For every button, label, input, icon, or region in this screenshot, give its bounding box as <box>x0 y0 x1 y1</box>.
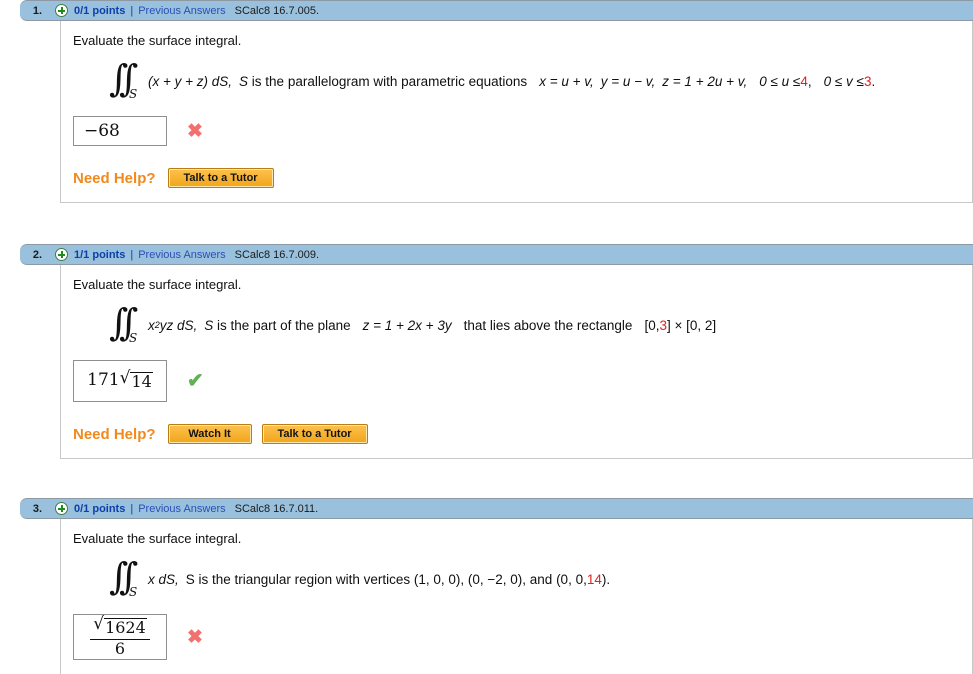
problem-block-2: 2. 1/1 points | Previous Answers SCalc8 … <box>0 244 973 459</box>
problem-body-3: Evaluate the surface integral. ∫ ∫ S x dS… <box>60 519 973 674</box>
integral-subscript-3: S <box>129 585 138 599</box>
help-row-2: Need Help? Watch It Talk to a Tutor <box>73 424 972 444</box>
integrand-3: x dS, <box>148 571 179 587</box>
points-label-1: 0/1 points <box>74 4 126 17</box>
double-integral-icon: ∫ ∫ S <box>109 57 139 102</box>
answer-row-2: 171 √ 14 ✔ <box>73 360 972 402</box>
integral-subscript-1: S <box>129 87 138 101</box>
equation-2-lhs: y <box>600 73 608 89</box>
surface-description-1: S is the parallelogram with parametric e… <box>239 73 528 89</box>
bound-2-suffix: . <box>871 73 876 89</box>
source-code-1: SCalc8 16.7.005. <box>234 4 320 17</box>
problem-prompt-2: Evaluate the surface integral. <box>73 277 242 292</box>
problem-prompt-3: Evaluate the surface integral. <box>73 531 242 546</box>
plane-equation-2: z = 1 + 2x + 3y <box>362 317 452 333</box>
bound-2-prefix: 0 ≤ v ≤ <box>823 73 864 89</box>
integrand-base-2: x <box>148 317 155 333</box>
help-row-1: Need Help? Talk to a Tutor <box>73 168 972 188</box>
integrand-rest-2: yz dS, <box>159 317 198 333</box>
integral-subscript-2: S <box>129 331 138 345</box>
equation-3-rhs: = 1 + 2u + v, <box>672 73 748 89</box>
problem-block-3: 3. 0/1 points | Previous Answers SCalc8 … <box>0 498 973 674</box>
plus-circle-icon[interactable] <box>55 248 68 261</box>
source-code-2: SCalc8 16.7.009. <box>234 248 320 261</box>
talk-to-a-tutor-button-2[interactable]: Talk to a Tutor <box>261 424 368 444</box>
points-label-2: 1/1 points <box>74 248 126 261</box>
answer-input-1[interactable]: −68 <box>73 116 167 146</box>
problem-body-2: Evaluate the surface integral. ∫ ∫ S x 2 yz… <box>60 265 973 459</box>
block-spacer-2 <box>0 459 973 498</box>
description-tail-3: ). <box>601 571 611 587</box>
bound-1-prefix: 0 ≤ u ≤ <box>759 73 801 89</box>
integrand-1: (x + y + z) dS, <box>148 73 233 89</box>
need-help-label: Need Help? <box>73 425 156 443</box>
double-integral-icon: ∫ ∫ S <box>109 301 139 346</box>
problem-header-1: 1. 0/1 points | Previous Answers SCalc8 … <box>20 0 973 21</box>
problem-statement-2: ∫ ∫ S x 2 yz dS, S is the part of the plane… <box>109 301 972 346</box>
fraction-denominator-3: 6 <box>114 638 126 658</box>
radical-sign-icon: √ <box>119 368 131 389</box>
fraction-expression-3: √ 1624 6 <box>90 616 150 657</box>
radicand-3: 1624 <box>104 618 147 638</box>
problem-header-2: 2. 1/1 points | Previous Answers SCalc8 … <box>20 244 973 265</box>
radical-sign-icon: √ <box>93 614 105 635</box>
plus-circle-icon[interactable] <box>55 502 68 515</box>
talk-to-a-tutor-button-1[interactable]: Talk to a Tutor <box>167 168 274 188</box>
problem-statement-1: ∫ ∫ S (x + y + z) dS, S is the parallelog… <box>109 57 972 102</box>
cross-icon: ✖ <box>187 120 203 142</box>
previous-answers-link-1[interactable]: Previous Answers <box>138 5 225 17</box>
radical-coefficient-2: 171 <box>87 370 120 391</box>
fraction-numerator-3: √ 1624 <box>90 616 150 640</box>
bound-2-value: 3 <box>863 73 872 89</box>
previous-answers-link-3[interactable]: Previous Answers <box>138 503 225 515</box>
surface-description-3: S is the triangular region with vertices… <box>185 571 587 587</box>
radical-expression-3: √ 1624 <box>93 616 147 637</box>
problem-body-1: Evaluate the surface integral. ∫ ∫ S (x +… <box>60 21 973 203</box>
header-separator: | <box>130 4 134 17</box>
header-separator: | <box>130 502 134 515</box>
block-spacer-1 <box>0 203 973 244</box>
equation-2-rhs: = u − v, <box>611 73 656 89</box>
previous-answers-link-2[interactable]: Previous Answers <box>138 249 225 261</box>
header-separator: | <box>130 248 134 261</box>
plus-circle-icon[interactable] <box>55 4 68 17</box>
problem-number-1: 1. <box>32 4 43 17</box>
surface-description-2: S is the part of the plane <box>204 317 351 333</box>
problem-header-3: 3. 0/1 points | Previous Answers SCalc8 … <box>20 498 973 519</box>
double-integral-icon: ∫ ∫ S <box>109 555 139 600</box>
answer-input-3[interactable]: √ 1624 6 <box>73 614 167 660</box>
equation-1-lhs: x <box>539 73 546 89</box>
problem-block-1: 1. 0/1 points | Previous Answers SCalc8 … <box>0 0 973 203</box>
bound-1-value: 4 <box>800 73 808 89</box>
description-tail-2: that lies above the rectangle <box>463 317 633 333</box>
problem-statement-3: ∫ ∫ S x dS, S is the triangular region wi… <box>109 555 972 600</box>
problem-number-2: 2. <box>32 248 43 261</box>
answer-input-2[interactable]: 171 √ 14 <box>73 360 167 402</box>
checkmark-icon: ✔ <box>187 370 204 392</box>
need-help-label: Need Help? <box>73 169 156 187</box>
rectangle-middle-2: ] × [0, 2] <box>666 317 717 333</box>
watch-it-button-2[interactable]: Watch It <box>167 424 252 444</box>
bound-1-suffix: , <box>807 73 812 89</box>
vertex-value-3: 14 <box>586 571 602 587</box>
source-code-3: SCalc8 16.7.011. <box>234 502 319 515</box>
radicand-2: 14 <box>130 372 153 392</box>
rectangle-value-2: 3 <box>659 317 667 333</box>
radical-expression-2: 171 √ 14 <box>87 370 153 391</box>
answer-row-3: √ 1624 6 ✖ <box>73 614 972 660</box>
answer-row-1: −68 ✖ <box>73 116 972 146</box>
cross-icon: ✖ <box>187 626 203 648</box>
problem-prompt-1: Evaluate the surface integral. <box>73 33 242 48</box>
problem-number-3: 3. <box>32 502 43 515</box>
rectangle-prefix-2: [0, <box>644 317 660 333</box>
points-label-3: 0/1 points <box>74 502 126 515</box>
equation-1-rhs: = u + v, <box>549 73 594 89</box>
equation-3-lhs: z <box>662 73 670 89</box>
